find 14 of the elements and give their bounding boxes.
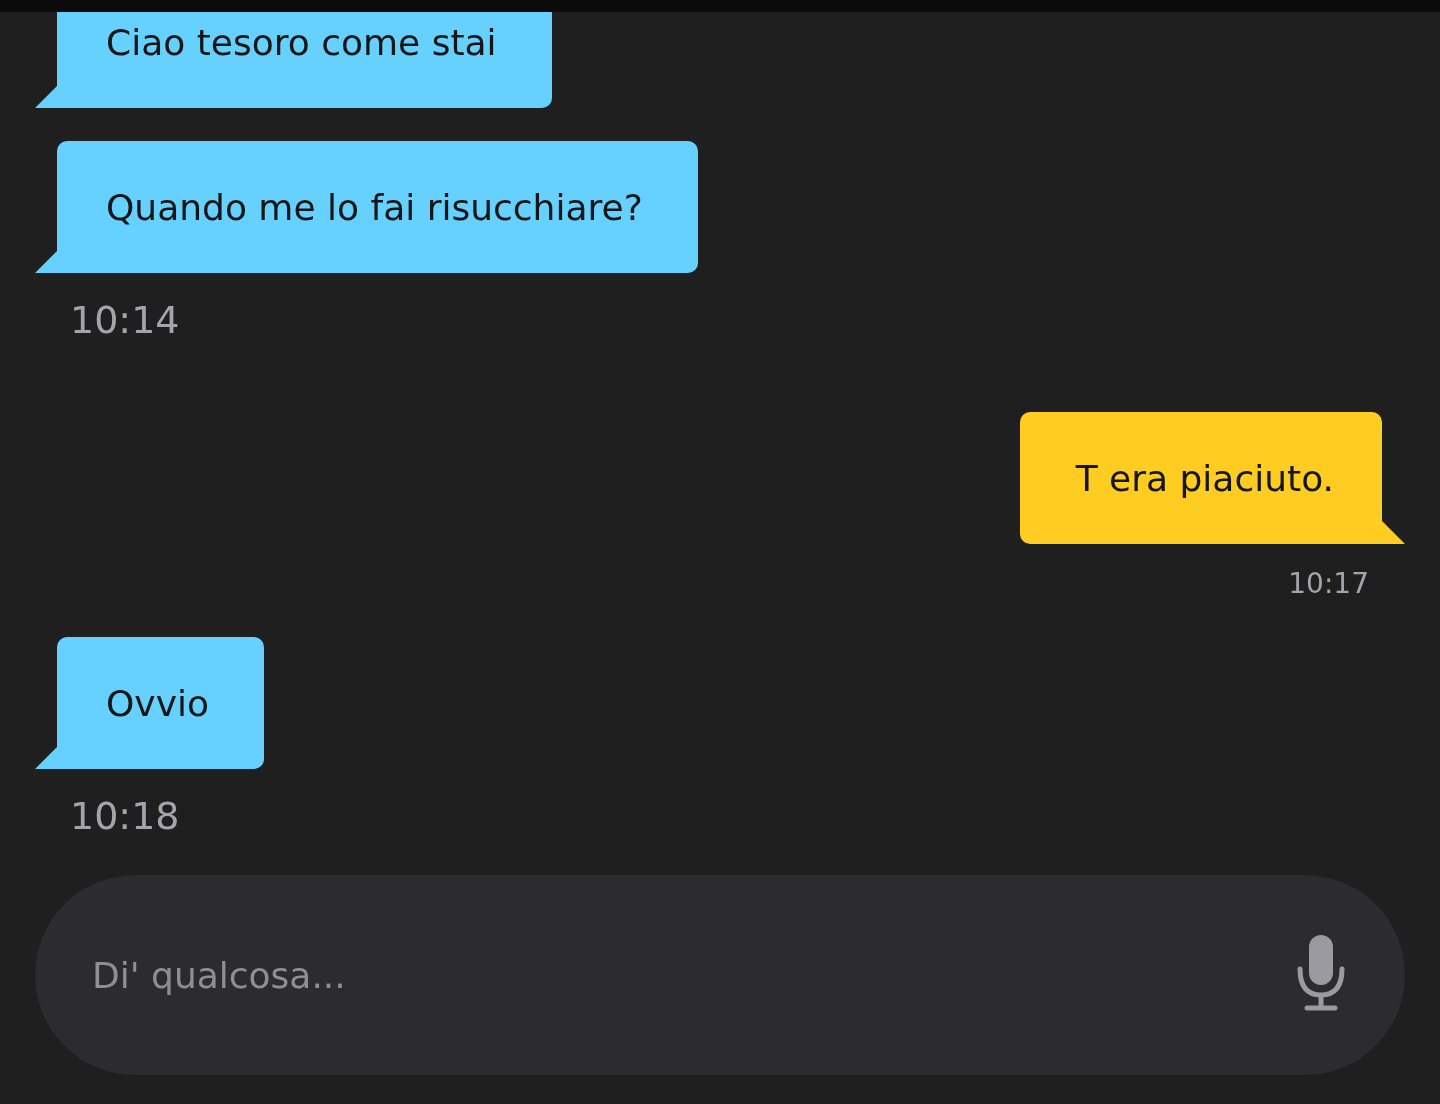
message-input-field[interactable]: Di' qualcosa... <box>92 935 1277 1015</box>
bubble-tail <box>35 747 57 769</box>
received-message-bubble: Ciao tesoro come stai <box>57 12 552 108</box>
microphone-icon[interactable] <box>1297 935 1345 1011</box>
received-message-bubble: Ovvio <box>57 637 264 769</box>
bubble-tail <box>35 251 57 273</box>
bubble-tail <box>1382 521 1405 544</box>
bubble-tail <box>35 86 57 108</box>
sent-message-bubble: T era piaciuto. <box>1019 412 1382 544</box>
message-composer[interactable]: Di' qualcosa... <box>35 875 1405 1075</box>
message-time: 10:18 <box>70 793 180 839</box>
message-time: 10:14 <box>70 297 180 343</box>
message-time: 10:17 <box>1288 566 1369 602</box>
received-message-bubble: Quando me lo fai risucchiare? <box>57 141 698 273</box>
